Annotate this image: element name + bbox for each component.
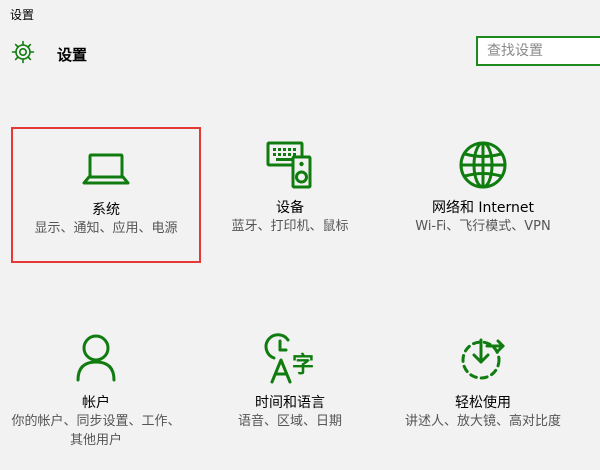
- time-language-icon: 字: [264, 333, 314, 384]
- tile-accounts[interactable]: 帐户 你的帐户、同步设置、工作、其他用户: [1, 322, 191, 458]
- tile-description: 显示、通知、应用、电源: [34, 221, 178, 236]
- tile-title: 时间和语言: [255, 395, 325, 411]
- tile-network[interactable]: 网络和 Internet Wi-Fi、飞行模式、VPN: [388, 127, 578, 263]
- search-input[interactable]: [478, 38, 600, 64]
- tile-title: 系统: [92, 202, 120, 218]
- tile-devices[interactable]: 设备 蓝牙、打印机、鼠标: [195, 127, 385, 263]
- laptop-icon: [82, 153, 130, 185]
- keyboard-speaker-icon: [266, 141, 312, 189]
- person-icon: [76, 334, 116, 382]
- tile-description: 语音、区域、日期: [237, 414, 342, 429]
- tile-title: 帐户: [82, 395, 110, 411]
- gear-icon: [11, 40, 35, 64]
- tile-title: 轻松使用: [455, 395, 511, 411]
- tile-description: Wi-Fi、飞行模式、VPN: [415, 219, 551, 234]
- tile-description: 讲述人、放大镜、高对比度: [404, 414, 561, 429]
- search-box[interactable]: [476, 36, 600, 66]
- ease-of-access-icon: [461, 338, 505, 380]
- window-title: 设置: [10, 8, 35, 22]
- svg-text:字: 字: [292, 352, 314, 378]
- page-title: 设置: [57, 46, 88, 64]
- tile-description: 蓝牙、打印机、鼠标: [231, 219, 349, 234]
- tile-time-language[interactable]: 字 时间和语言 语音、区域、日期: [195, 322, 385, 458]
- tile-title: 设备: [276, 200, 304, 216]
- tile-title: 网络和 Internet: [431, 200, 535, 216]
- globe-icon: [459, 141, 507, 189]
- tile-system[interactable]: 系统 显示、通知、应用、电源: [11, 127, 201, 263]
- tile-ease-of-access[interactable]: 轻松使用 讲述人、放大镜、高对比度: [388, 322, 578, 458]
- tile-description: 你的帐户、同步设置、工作、其他用户: [11, 414, 181, 448]
